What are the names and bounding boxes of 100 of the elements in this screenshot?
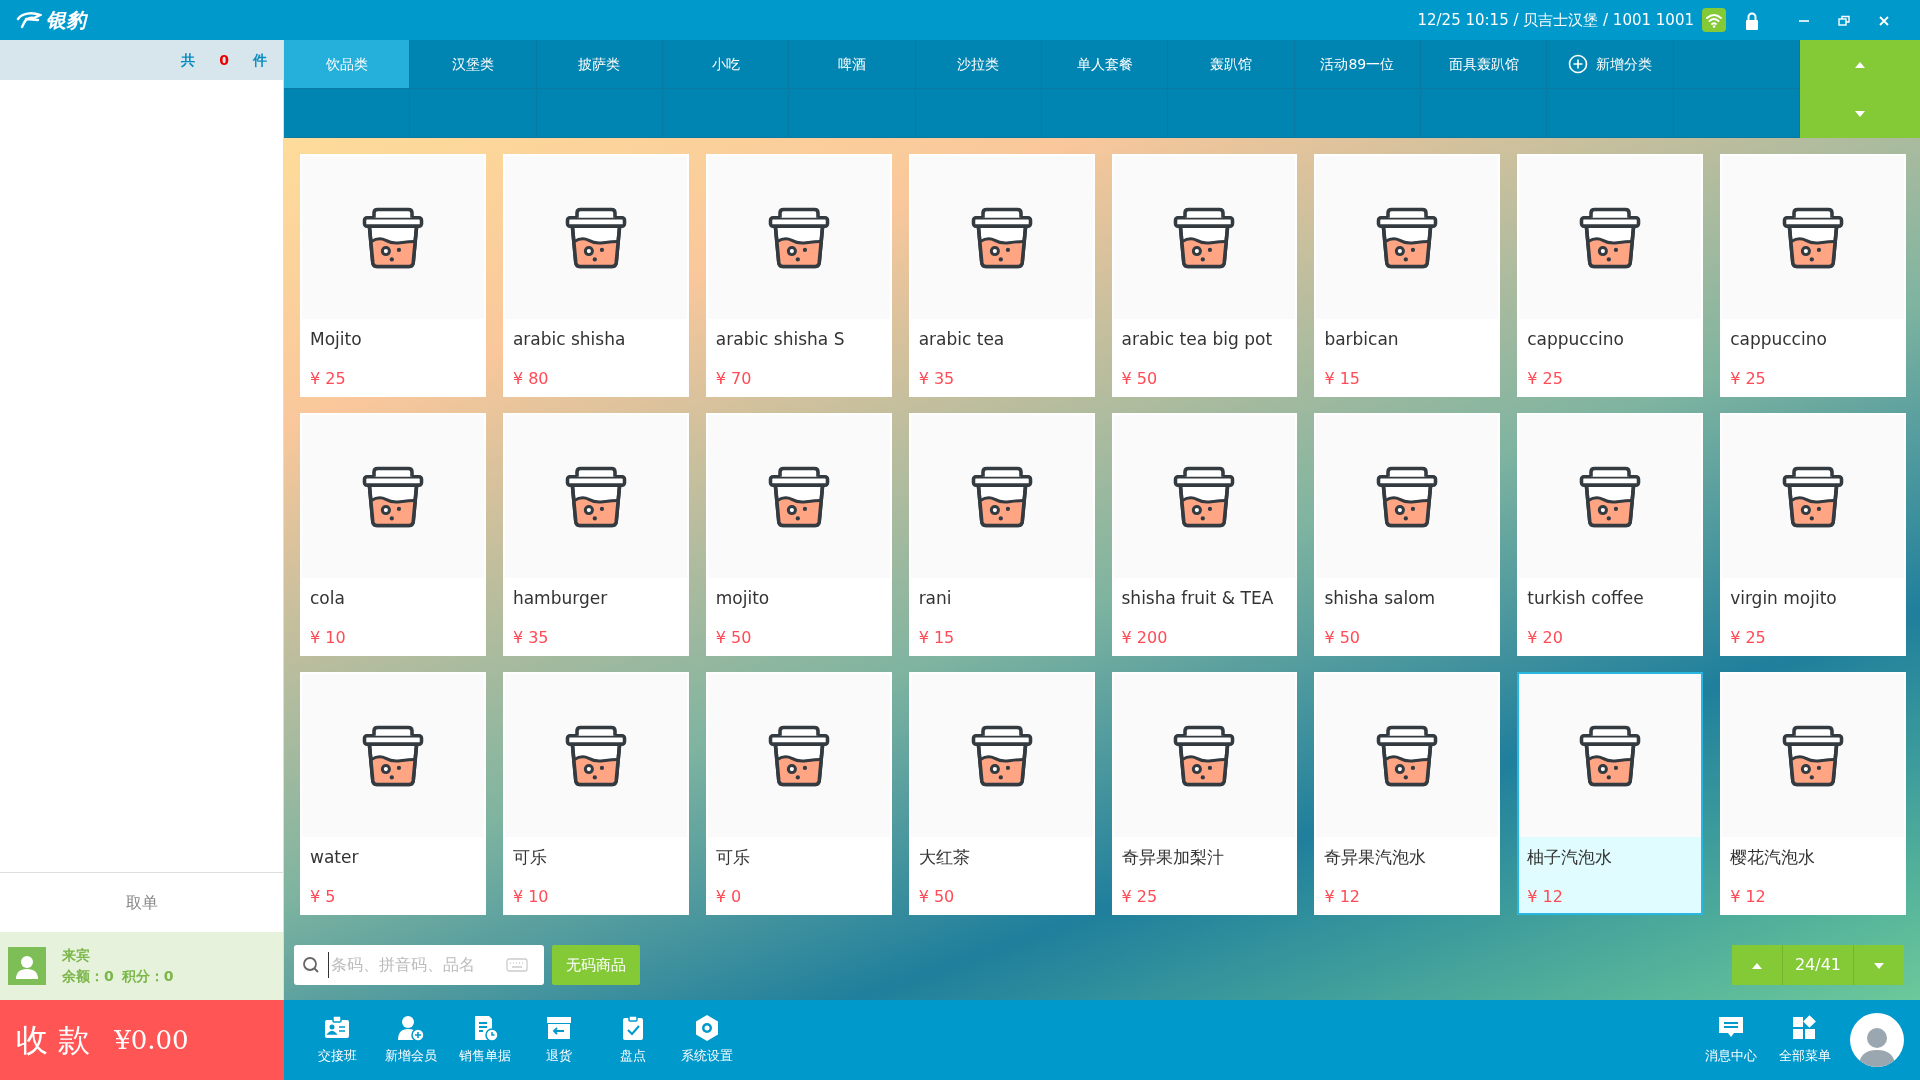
category-tab[interactable]: 面具轰趴馆 xyxy=(1421,40,1548,89)
product-price: ¥ 25 xyxy=(1730,368,1767,390)
product-name: 奇异果汽泡水 xyxy=(1324,846,1428,869)
product-price: ¥ 12 xyxy=(1527,886,1564,908)
product-name: barbican xyxy=(1324,328,1400,351)
add-category-button[interactable]: 新增分类 xyxy=(1547,40,1674,89)
product-price: ¥ 50 xyxy=(1121,368,1159,390)
product-name: cappuccino xyxy=(1527,328,1625,351)
balance-text: 余额：0 xyxy=(62,967,114,986)
product-card[interactable]: shisha salom ¥ 50 xyxy=(1314,413,1501,656)
product-card[interactable]: hamburger ¥ 35 xyxy=(502,413,689,656)
product-card[interactable]: water ¥ 5 xyxy=(300,672,486,915)
product-name: 大红茶 xyxy=(918,846,971,869)
product-price: ¥ 35 xyxy=(512,627,550,649)
lock-icon xyxy=(1744,11,1760,30)
minimize-icon xyxy=(1799,19,1809,22)
product-price: ¥ 80 xyxy=(512,368,550,390)
settings-icon xyxy=(693,1014,721,1043)
product-card[interactable]: shisha fruit & TEA ¥ 200 xyxy=(1111,413,1298,656)
checkout-amount: ¥0.00 xyxy=(114,1023,189,1057)
product-name: cola xyxy=(310,587,346,610)
product-name: hamburger xyxy=(512,587,609,610)
count-label: 共 xyxy=(181,50,196,70)
product-card[interactable]: 樱花汽泡水 ¥ 12 xyxy=(1720,672,1906,915)
product-card[interactable]: 可乐 ¥ 0 xyxy=(705,672,892,915)
search-icon xyxy=(302,956,320,974)
product-card[interactable]: cappuccino ¥ 25 xyxy=(1720,154,1906,397)
product-price: ¥ 12 xyxy=(1324,886,1361,908)
product-price: ¥ 12 xyxy=(1730,886,1767,908)
down-triangle-icon xyxy=(1855,111,1865,117)
product-price: ¥ 50 xyxy=(918,886,956,908)
product-card[interactable]: 可乐 ¥ 10 xyxy=(502,672,689,915)
down-triangle-icon xyxy=(1874,962,1884,969)
product-card[interactable]: cola ¥ 10 xyxy=(300,413,486,656)
page-indicator: 24/41 xyxy=(1781,945,1854,985)
product-card[interactable]: turkish coffee ¥ 20 xyxy=(1517,413,1704,656)
product-card[interactable]: rani ¥ 15 xyxy=(908,413,1095,656)
product-price: ¥ 35 xyxy=(918,368,956,390)
product-name: shisha fruit & TEA xyxy=(1121,587,1275,610)
product-name: arabic shisha S xyxy=(715,328,846,351)
product-price: ¥ 25 xyxy=(1527,368,1564,390)
product-card[interactable]: 柚子汽泡水 ¥ 12 xyxy=(1517,672,1704,915)
restore-icon xyxy=(1837,13,1851,28)
category-tab[interactable]: 单人套餐 xyxy=(1042,40,1169,89)
product-name: turkish coffee xyxy=(1527,587,1645,610)
product-card[interactable]: 大红茶 ¥ 50 xyxy=(908,672,1095,915)
product-name: 可乐 xyxy=(512,846,548,869)
product-price: ¥ 25 xyxy=(310,368,347,390)
product-name: cappuccino xyxy=(1730,328,1828,351)
product-price: ¥ 20 xyxy=(1527,627,1564,649)
member-name: 来宾 xyxy=(62,946,91,965)
product-name: 可乐 xyxy=(715,846,751,869)
app-logo-text: 银豹 xyxy=(46,7,86,34)
up-triangle-icon xyxy=(1855,62,1865,68)
item-count: 0 xyxy=(219,50,229,70)
product-card[interactable]: barbican ¥ 15 xyxy=(1314,154,1501,397)
product-price: ¥ 15 xyxy=(918,627,956,649)
search-field[interactable]: 条码、拼音码、品名 xyxy=(294,945,544,985)
category-tab[interactable]: 沙拉类 xyxy=(915,40,1042,89)
product-name: 樱花汽泡水 xyxy=(1730,846,1817,869)
up-triangle-icon xyxy=(1751,962,1762,969)
product-name: arabic tea xyxy=(918,328,1006,351)
product-card[interactable]: arabic shisha ¥ 80 xyxy=(502,154,689,397)
close-icon xyxy=(1877,13,1891,28)
product-card[interactable]: arabic shisha S ¥ 70 xyxy=(705,154,892,397)
plus-circle-icon xyxy=(1568,54,1588,74)
product-name: 奇异果加梨汁 xyxy=(1121,846,1225,869)
points-text: 积分：0 xyxy=(121,967,174,986)
category-tab[interactable]: 啤酒 xyxy=(789,40,916,89)
product-price: ¥ 25 xyxy=(1730,627,1767,649)
product-price: ¥ 25 xyxy=(1121,886,1159,908)
product-price: ¥ 50 xyxy=(715,627,753,649)
product-card[interactable]: cappuccino ¥ 25 xyxy=(1517,154,1704,397)
product-card[interactable]: virgin mojito ¥ 25 xyxy=(1720,413,1906,656)
category-tab[interactable]: 汉堡类 xyxy=(410,40,537,89)
product-name: virgin mojito xyxy=(1730,587,1838,610)
product-price: ¥ 10 xyxy=(512,886,550,908)
product-name: water xyxy=(310,846,360,869)
add-person-icon xyxy=(397,1014,425,1043)
product-card[interactable]: mojito ¥ 50 xyxy=(705,413,892,656)
product-price: ¥ 0 xyxy=(715,886,743,908)
user-avatar[interactable] xyxy=(1850,1013,1904,1067)
product-card[interactable]: arabic tea big pot ¥ 50 xyxy=(1111,154,1298,397)
product-card[interactable]: Mojito ¥ 25 xyxy=(300,154,486,397)
product-card[interactable]: arabic tea ¥ 35 xyxy=(908,154,1095,397)
product-price: ¥ 5 xyxy=(310,886,337,908)
product-name: Mojito xyxy=(310,328,363,351)
product-price: ¥ 15 xyxy=(1324,368,1361,390)
category-tab[interactable]: 轰趴馆 xyxy=(1168,40,1295,89)
product-name: rani xyxy=(918,587,953,610)
product-card[interactable]: 奇异果加梨汁 ¥ 25 xyxy=(1111,672,1298,915)
product-price: ¥ 200 xyxy=(1121,627,1169,649)
category-tab[interactable]: 披萨类 xyxy=(536,40,663,89)
wifi-icon xyxy=(1702,8,1726,32)
product-name: arabic shisha xyxy=(512,328,627,351)
keyboard-icon xyxy=(506,958,528,972)
product-card[interactable]: 奇异果汽泡水 ¥ 12 xyxy=(1314,672,1501,915)
category-tab[interactable]: 活动89一位 xyxy=(1294,40,1421,89)
category-tab[interactable]: 小吃 xyxy=(663,40,790,89)
product-price: ¥ 70 xyxy=(715,368,753,390)
